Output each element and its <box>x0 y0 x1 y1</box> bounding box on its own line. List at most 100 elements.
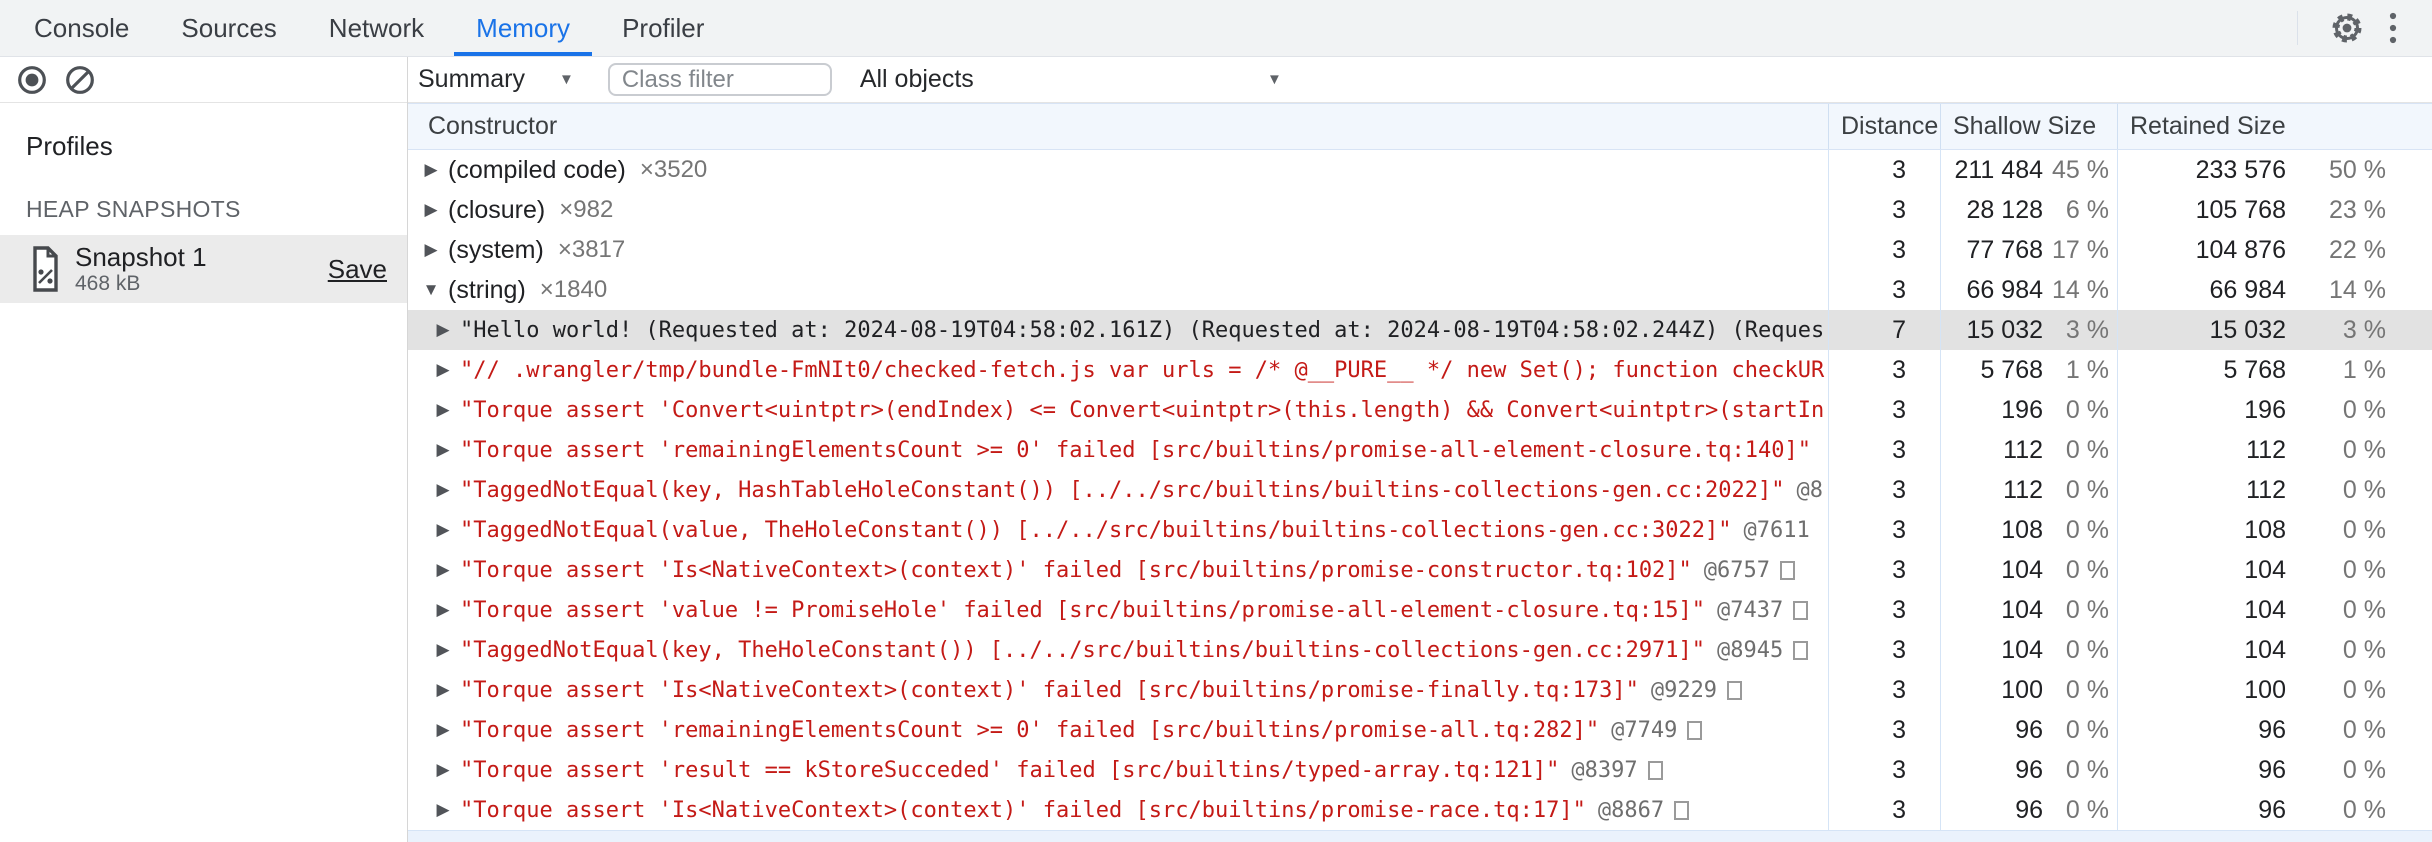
disclosure-triangle-icon[interactable]: ▶ <box>430 640 456 660</box>
kebab-menu-icon[interactable] <box>2370 5 2416 51</box>
disclosure-triangle-icon[interactable]: ▶ <box>430 360 456 380</box>
class-filter-input[interactable] <box>607 63 832 96</box>
constructor-name: "Torque assert 'remainingElementsCount >… <box>460 717 1600 743</box>
box-glyph-icon <box>1780 560 1796 580</box>
shallow-size-cell: 96 0 % <box>1940 750 2117 790</box>
profiles-title: Profiles <box>26 131 113 161</box>
tab-memory[interactable]: Memory <box>450 0 596 56</box>
constructor-name: "Torque assert 'Is<NativeContext>(contex… <box>460 557 1692 583</box>
table-row[interactable]: ▶ "Torque assert 'Is<NativeContext>(cont… <box>408 550 2432 590</box>
tabbar-actions <box>2297 0 2432 56</box>
object-id: @7437 <box>1717 597 1784 623</box>
distance-cell: 3 <box>1828 630 1940 670</box>
shallow-size-cell: 104 0 % <box>1940 630 2117 670</box>
table-row[interactable]: ▶ "Torque assert 'value != PromiseHole' … <box>408 590 2432 630</box>
object-id: @6757 <box>1703 557 1771 583</box>
distance-cell: 3 <box>1828 150 1940 190</box>
column-header-retained-size[interactable]: Retained Size <box>2117 104 2432 149</box>
retained-size-cell: 105 768 23 % <box>2117 190 2432 230</box>
disclosure-triangle-icon[interactable]: ▶ <box>430 560 456 580</box>
retained-size-cell: 108 0 % <box>2117 510 2432 550</box>
constructor-cell: ▶ (compiled code) ×3520 <box>408 150 1828 190</box>
disclosure-triangle-icon[interactable]: ▶ <box>430 600 456 620</box>
table-row[interactable]: ▶ "// .wrangler/tmp/bundle-FmNIt0/checke… <box>408 350 2432 390</box>
retained-size-cell: 5 768 1 % <box>2117 350 2432 390</box>
disclosure-triangle-icon[interactable]: ▶ <box>430 520 456 540</box>
box-glyph-icon <box>1793 600 1809 620</box>
table-row[interactable]: ▶ "Hello world! (Requested at: 2024-08-1… <box>408 310 2432 350</box>
record-icon[interactable] <box>16 64 48 96</box>
tab-console[interactable]: Console <box>8 0 155 56</box>
distance-cell: 3 <box>1828 710 1940 750</box>
shallow-size-cell: 104 0 % <box>1940 550 2117 590</box>
constructor-cell: ▶ "Torque assert 'value != PromiseHole' … <box>408 590 1828 630</box>
disclosure-triangle-icon[interactable]: ▼ <box>418 280 444 300</box>
snapshot-name: Snapshot 1 <box>75 242 207 272</box>
tab-sources[interactable]: Sources <box>155 0 302 56</box>
constructor-cell: ▶ "Torque assert 'result == kStoreSucced… <box>408 750 1828 790</box>
distance-cell: 3 <box>1828 270 1940 310</box>
constructor-name: (system) <box>448 235 544 264</box>
distance-cell: 3 <box>1828 790 1940 830</box>
devtools-tabbar: Console Sources Network Memory Profiler <box>0 0 2432 57</box>
table-row[interactable]: ▶ (closure) ×982 3 28 128 6 % 105 768 23 % <box>408 190 2432 230</box>
perspective-select[interactable]: Summary ▼ <box>418 65 574 94</box>
constructor-cell: ▶ "Torque assert 'Is<NativeContext>(cont… <box>408 670 1828 710</box>
table-row[interactable]: ▶ (system) ×3817 3 77 768 17 % 104 876 22 … <box>408 230 2432 270</box>
disclosure-triangle-icon[interactable]: ▶ <box>430 760 456 780</box>
disclosure-triangle-icon[interactable]: ▶ <box>418 240 444 260</box>
box-glyph-icon <box>1727 680 1743 700</box>
chevron-down-icon: ▼ <box>558 71 574 88</box>
save-link[interactable]: Save <box>328 254 387 285</box>
table-row[interactable]: ▶ "Torque assert 'remainingElementsCount… <box>408 430 2432 470</box>
constructor-name: "TaggedNotEqual(value, TheHoleConstant()… <box>460 517 1732 543</box>
table-row[interactable]: ▶ "Torque assert 'Is<NativeContext>(cont… <box>408 670 2432 710</box>
disclosure-triangle-icon[interactable]: ▶ <box>430 680 456 700</box>
heap-snapshot-document-icon <box>32 246 59 292</box>
disclosure-triangle-icon[interactable]: ▶ <box>430 320 456 340</box>
column-header-shallow-size[interactable]: Shallow Size <box>1940 104 2117 149</box>
gear-icon[interactable] <box>2324 5 2370 51</box>
box-glyph-icon <box>1687 720 1703 740</box>
disclosure-triangle-icon[interactable]: ▶ <box>430 720 456 740</box>
disclosure-triangle-icon[interactable]: ▶ <box>418 200 444 220</box>
shallow-size-cell: 211 484 45 % <box>1940 150 2117 190</box>
retained-size-cell: 96 0 % <box>2117 710 2432 750</box>
disclosure-triangle-icon[interactable]: ▶ <box>418 160 444 180</box>
table-row[interactable]: ▶ "TaggedNotEqual(key, HashTableHoleCons… <box>408 470 2432 510</box>
snapshot-list-item[interactable]: Snapshot 1 468 kB Save <box>0 235 407 303</box>
column-header-distance[interactable]: Distance <box>1828 104 1940 149</box>
retained-size-cell: 104 876 22 % <box>2117 230 2432 270</box>
disclosure-triangle-icon[interactable]: ▶ <box>430 400 456 420</box>
table-row[interactable]: ▶ "TaggedNotEqual(key, TheHoleConstant()… <box>408 630 2432 670</box>
retained-size-cell: 112 0 % <box>2117 470 2432 510</box>
constructor-name: (string) <box>448 275 526 304</box>
disclosure-triangle-icon[interactable]: ▶ <box>430 440 456 460</box>
retained-size-cell: 233 576 50 % <box>2117 150 2432 190</box>
disclosure-triangle-icon[interactable]: ▶ <box>430 480 456 500</box>
shallow-size-cell: 15 032 3 % <box>1940 310 2117 350</box>
tab-network[interactable]: Network <box>303 0 450 56</box>
profiles-toolbar <box>0 57 407 103</box>
retained-size-cell: 104 0 % <box>2117 630 2432 670</box>
column-header-constructor[interactable]: Constructor <box>408 104 1828 149</box>
constructor-name: "Torque assert 'Is<NativeContext>(contex… <box>460 677 1639 703</box>
disclosure-triangle-icon[interactable]: ▶ <box>430 800 456 820</box>
distance-cell: 3 <box>1828 750 1940 790</box>
table-row[interactable]: ▶ "Torque assert 'Is<NativeContext>(cont… <box>408 790 2432 830</box>
distance-cell: 3 <box>1828 550 1940 590</box>
distance-cell: 3 <box>1828 510 1940 550</box>
table-row[interactable]: ▶ "Torque assert 'remainingElementsCount… <box>408 710 2432 750</box>
table-row[interactable]: ▶ "Torque assert 'result == kStoreSucced… <box>408 750 2432 790</box>
table-row[interactable]: ▶ "Torque assert 'Convert<uintptr>(endIn… <box>408 390 2432 430</box>
tabbar-divider <box>2297 11 2298 45</box>
objects-filter-select[interactable]: All objects ▼ <box>860 65 1282 94</box>
heap-snapshot-view: Summary ▼ All objects ▼ Constructor Dist… <box>408 57 2432 842</box>
table-row[interactable]: ▶ (compiled code) ×3520 3 211 484 45 % 23… <box>408 150 2432 190</box>
clear-icon[interactable] <box>64 64 96 96</box>
tab-profiler[interactable]: Profiler <box>596 0 730 56</box>
table-row[interactable]: ▼ (string) ×1840 3 66 984 14 % 66 984 14 % <box>408 270 2432 310</box>
table-row[interactable]: ▶ "TaggedNotEqual(value, TheHoleConstant… <box>408 510 2432 550</box>
shallow-size-cell: 112 0 % <box>1940 470 2117 510</box>
shallow-size-cell: 66 984 14 % <box>1940 270 2117 310</box>
